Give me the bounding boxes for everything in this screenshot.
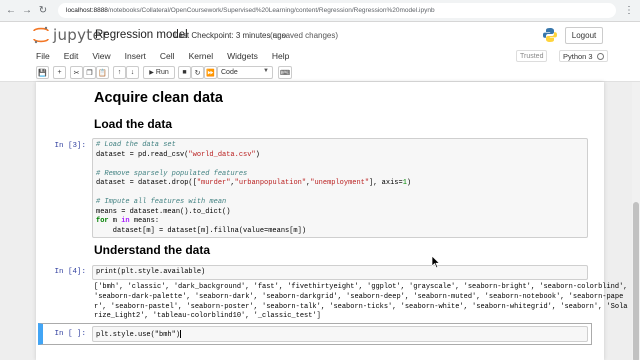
run-icon: ▶ <box>149 70 154 76</box>
python-logo-icon <box>543 28 557 42</box>
menu-help[interactable]: Help <box>272 51 289 61</box>
save-icon[interactable]: 💾 <box>36 66 49 79</box>
menu-edit[interactable]: Edit <box>64 51 79 61</box>
insert-cell-icon[interactable]: + <box>53 66 66 79</box>
url-host: localhost:8888 <box>66 7 108 14</box>
code-line: dataset = pd.read_csv("world_data.csv") <box>96 150 260 159</box>
output-line: r', 'seaborn-pastel', 'seaborn-poster', … <box>94 302 628 311</box>
jupyter-logo-icon <box>33 26 49 44</box>
menubar: File Edit View Insert Cell Kernel Widget… <box>0 48 640 64</box>
copy-icon[interactable]: ❐ <box>83 66 96 79</box>
unsaved-indicator: (unsaved changes) <box>270 31 339 40</box>
menu-cell[interactable]: Cell <box>160 51 175 61</box>
heading-acquire-clean-data: Acquire clean data <box>94 90 223 106</box>
code-line: print(plt.style.available) <box>96 268 206 276</box>
text-cursor <box>180 330 182 338</box>
code-line: plt.style.use("bmh") <box>96 330 182 340</box>
interrupt-icon[interactable]: ■ <box>178 66 191 79</box>
address-bar[interactable]: localhost:8888/notebooks/Collateral/Open… <box>58 3 616 18</box>
code-block: # Load the data set dataset = pd.read_csv… <box>96 141 411 236</box>
code-line: means = dataset.mean().to_dict() <box>96 207 231 216</box>
code-line: dataset[m] = dataset[m].fillna(value=mea… <box>96 226 307 235</box>
menu-view[interactable]: View <box>92 51 110 61</box>
move-up-icon[interactable]: ↑ <box>113 66 126 79</box>
cut-icon[interactable]: ✂ <box>70 66 83 79</box>
cell-prompt: In [ ]: <box>54 330 86 338</box>
heading-understand-the-data: Understand the data <box>94 243 211 257</box>
cell-prompt: In [4]: <box>54 268 86 276</box>
code-line: # Impute all features with mean <box>96 198 227 206</box>
url-path: /notebooks/Collateral/OpenCoursework/Sup… <box>107 7 435 14</box>
scrollbar[interactable] <box>632 82 640 360</box>
output-line: rize_Light2', 'tableau-colorblind10', '_… <box>94 312 321 321</box>
forward-icon[interactable]: → <box>20 4 34 18</box>
run-button[interactable]: ▶ Run <box>143 66 175 79</box>
code-line: # Load the data set <box>96 141 176 149</box>
paste-icon[interactable]: 📋 <box>96 66 109 79</box>
cell-prompt: In [3]: <box>54 142 86 150</box>
cell-type-value: Code <box>221 69 238 76</box>
kernel-status-icon <box>596 52 604 60</box>
jupyter-header: jupyter Regression model Last Checkpoint… <box>0 22 640 48</box>
reload-icon[interactable]: ↻ <box>36 4 50 18</box>
cell-output: ['bmh', 'classic', 'dark_background', 'f… <box>94 283 628 322</box>
heading-load-the-data: Load the data <box>94 117 173 131</box>
menu-file[interactable]: File <box>36 51 50 61</box>
code-line: dataset = dataset.drop(["murder","urbanp… <box>96 179 412 187</box>
restart-run-all-icon[interactable]: ⏩ <box>204 66 217 79</box>
move-down-icon[interactable]: ↓ <box>126 66 139 79</box>
run-label: Run <box>155 69 169 76</box>
menu-kernel[interactable]: Kernel <box>189 51 214 61</box>
cell-type-select[interactable]: Code ▼ <box>217 66 273 79</box>
menu-widgets[interactable]: Widgets <box>227 51 258 61</box>
back-icon[interactable]: ← <box>4 4 18 18</box>
code-text: plt.style.use("bmh") <box>96 330 181 339</box>
browser-menu-icon[interactable]: ⋮ <box>622 4 636 18</box>
output-line: 'seaborn-dark-palette', 'seaborn-dark', … <box>94 292 624 301</box>
scrollbar-thumb[interactable] <box>633 202 639 360</box>
chevron-down-icon: ▼ <box>263 68 269 74</box>
notebook-toolbar: 💾 + ✂ ❐ 📋 ↑ ↓ ▶ Run ■ ↻ ⏩ Code ▼ ⌨ <box>0 64 640 82</box>
kernel-name: Python 3 <box>563 51 593 61</box>
browser-bar: ← → ↻ localhost:8888/notebooks/Collatera… <box>0 0 640 22</box>
kernel-indicator[interactable]: Python 3 <box>559 50 608 62</box>
output-line: ['bmh', 'classic', 'dark_background', 'f… <box>94 283 628 291</box>
mouse-pointer-icon <box>432 256 441 269</box>
code-line: # Remove sparsely populated features <box>96 169 248 178</box>
trusted-indicator[interactable]: Trusted <box>516 50 548 62</box>
code-line: for m in means: <box>96 217 160 225</box>
menu-insert[interactable]: Insert <box>125 51 146 61</box>
logout-button[interactable]: Logout <box>565 27 603 44</box>
command-palette-icon[interactable]: ⌨ <box>278 66 292 79</box>
restart-icon[interactable]: ↻ <box>191 66 204 79</box>
